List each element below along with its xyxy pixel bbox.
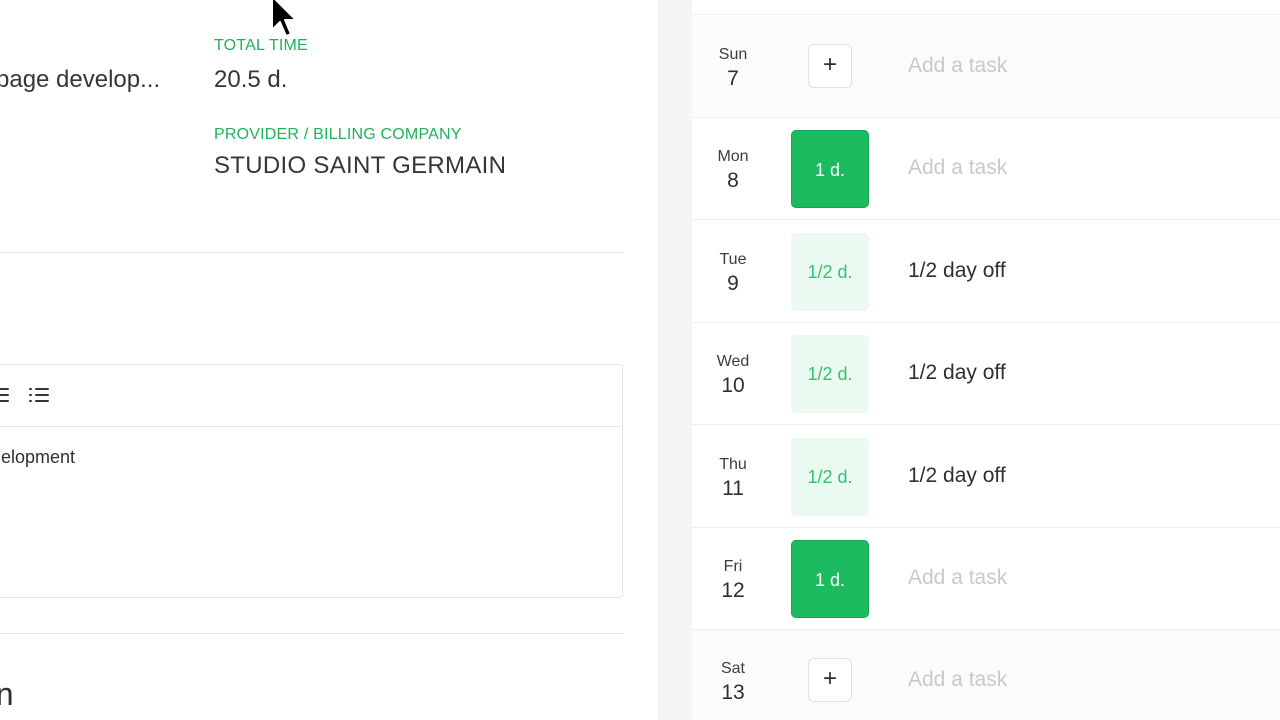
day-number: 8 bbox=[727, 169, 739, 193]
divider bbox=[0, 252, 624, 253]
editor-toolbar bbox=[0, 365, 622, 427]
day-of-week: Sun bbox=[718, 46, 748, 63]
project-detail-panel: page develop... TOTAL TIME 20.5 d. PROVI… bbox=[0, 0, 658, 720]
mouse-cursor-icon bbox=[271, 0, 297, 37]
plus-icon: + bbox=[822, 665, 837, 693]
provider-label: PROVIDER / BILLING COMPANY bbox=[214, 126, 462, 143]
calendar-panel: Sun 7 + Add a task Mon 8 1 d. Add a task Tue 9 1/2… bbox=[692, 0, 1280, 720]
day-number: 7 bbox=[727, 67, 739, 90]
calendar-header-edge bbox=[692, 0, 1280, 15]
add-task-input[interactable]: Add a task bbox=[908, 566, 1007, 590]
editor-content[interactable]: elopment bbox=[1, 447, 75, 468]
task-label[interactable]: 1/2 day off bbox=[908, 464, 1006, 488]
day-number: 11 bbox=[722, 476, 744, 500]
project-name: page develop... bbox=[0, 66, 161, 93]
calendar-day-row: Fri 12 1 d. Add a task bbox=[692, 528, 1280, 630]
description-editor[interactable]: elopment bbox=[0, 364, 623, 598]
day-of-week: Fri bbox=[723, 558, 743, 575]
add-allocation-button[interactable]: + bbox=[808, 658, 852, 703]
half-day-allocation[interactable]: 1/2 d. bbox=[791, 437, 869, 516]
day-number: 10 bbox=[721, 374, 745, 398]
full-day-allocation[interactable]: 1 d. bbox=[791, 130, 869, 209]
calendar-day-row: Mon 8 1 d. Add a task bbox=[692, 118, 1280, 221]
day-number: 13 bbox=[721, 681, 745, 705]
divider bbox=[0, 633, 624, 634]
add-allocation-button[interactable]: + bbox=[808, 44, 852, 88]
day-number: 12 bbox=[721, 579, 745, 602]
calendar-day-row: Sat 13 + Add a task bbox=[692, 630, 1280, 720]
day-of-week: Sat bbox=[720, 660, 745, 678]
panel-divider bbox=[658, 0, 692, 720]
day-number: 9 bbox=[727, 271, 739, 295]
day-of-week: Tue bbox=[719, 250, 747, 268]
add-task-input[interactable]: Add a task bbox=[908, 156, 1007, 180]
add-task-input[interactable]: Add a task bbox=[908, 668, 1007, 692]
plus-icon: + bbox=[822, 51, 837, 78]
section-heading: on bbox=[0, 676, 14, 712]
add-task-input[interactable]: Add a task bbox=[908, 54, 1007, 78]
provider-value: STUDIO SAINT GERMAIN bbox=[214, 152, 507, 179]
day-of-week: Wed bbox=[716, 353, 750, 371]
calendar-day-row: Sun 7 + Add a task bbox=[692, 16, 1280, 118]
full-day-allocation[interactable]: 1 d. bbox=[791, 540, 869, 618]
day-of-week: Thu bbox=[719, 455, 747, 473]
calendar-day-row: Tue 9 1/2 d. 1/2 day off bbox=[692, 221, 1280, 323]
task-label[interactable]: 1/2 day off bbox=[908, 361, 1006, 385]
calendar-day-row: Wed 10 1/2 d. 1/2 day off bbox=[692, 323, 1280, 426]
half-day-allocation[interactable]: 1/2 d. bbox=[791, 232, 869, 311]
half-day-allocation[interactable]: 1/2 d. bbox=[791, 335, 869, 414]
bullet-list-icon[interactable] bbox=[29, 385, 51, 405]
total-time-value: 20.5 d. bbox=[214, 66, 288, 93]
align-icon[interactable] bbox=[0, 385, 13, 405]
task-label[interactable]: 1/2 day off bbox=[908, 259, 1006, 283]
calendar-day-row: Thu 11 1/2 d. 1/2 day off bbox=[692, 426, 1280, 528]
day-of-week: Mon bbox=[717, 148, 749, 166]
